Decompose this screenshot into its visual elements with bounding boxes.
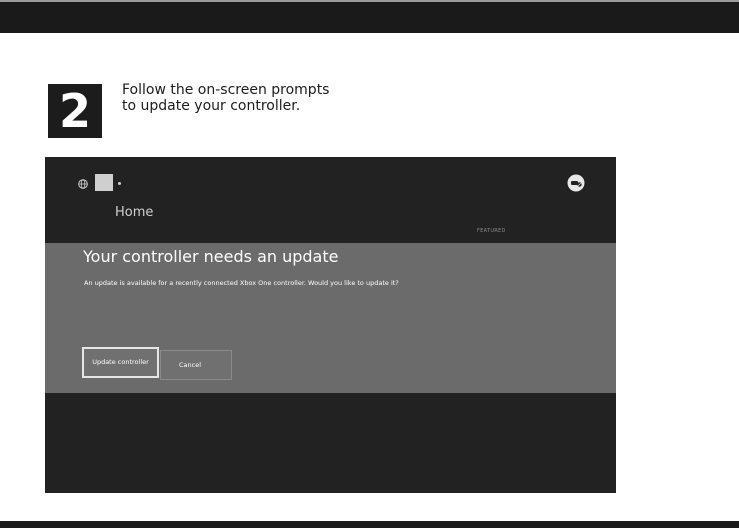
step-instructions: Follow the on-screen prompts to update y…	[122, 82, 422, 114]
update-dialog: Your controller needs an update An updat…	[45, 243, 616, 393]
avatar[interactable]	[95, 174, 113, 191]
home-label: Home	[115, 205, 154, 220]
step-instruction-line-1: Follow the on-screen prompts	[122, 82, 330, 98]
console-screen: Home FEATURED Your controller needs an u…	[45, 157, 616, 493]
cancel-button[interactable]: Cancel	[160, 350, 232, 380]
bottom-bar	[0, 521, 739, 528]
step-instruction-line-2: to update your controller.	[122, 98, 301, 114]
dialog-title: Your controller needs an update	[83, 247, 339, 266]
update-controller-button[interactable]: Update controller	[82, 347, 159, 378]
dot-icon	[118, 182, 121, 185]
dialog-message: An update is available for a recently co…	[84, 279, 399, 287]
featured-label: FEATURED	[477, 228, 506, 234]
globe-icon	[78, 179, 88, 189]
top-bar	[0, 0, 739, 33]
step-number-badge: 2	[48, 84, 102, 138]
controller-icon[interactable]	[567, 174, 585, 192]
